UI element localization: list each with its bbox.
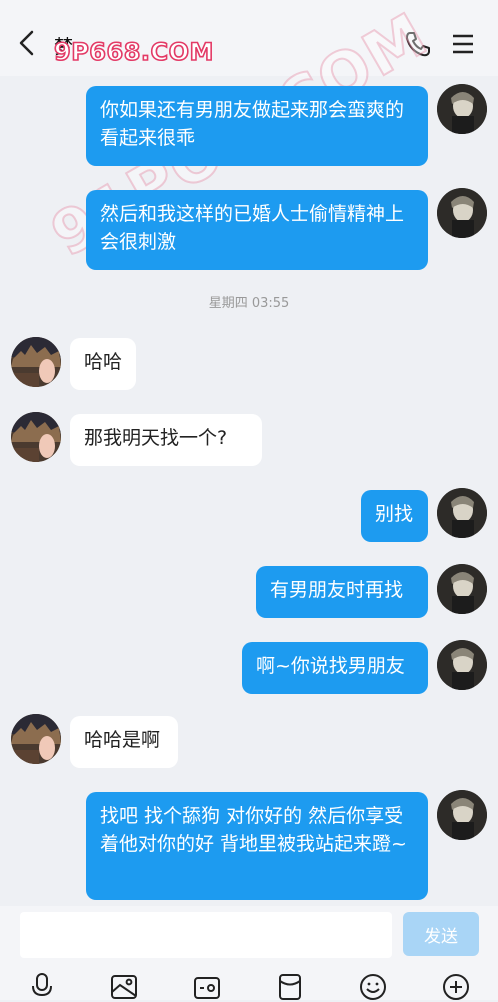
my-avatar[interactable] <box>437 84 487 134</box>
red-packet-icon[interactable] <box>275 972 305 1002</box>
message-bubble[interactable]: 找吧 找个舔狗 对你好的 然后你享受着他对你的好 背地里被我站起来蹬~ <box>86 792 428 900</box>
send-button[interactable]: 发送 <box>403 912 479 956</box>
microphone-icon[interactable] <box>27 972 57 1002</box>
message-bubble[interactable]: 你如果还有男朋友做起来那会蛮爽的 看起来很乖 <box>86 86 428 166</box>
chat-header: 梦 9P668.COM <box>0 0 498 76</box>
contact-avatar[interactable] <box>11 412 61 462</box>
contact-avatar[interactable] <box>11 714 61 764</box>
phone-icon[interactable] <box>404 30 432 58</box>
message-bubble[interactable]: 别找 <box>361 490 428 542</box>
image-icon[interactable] <box>109 972 139 1002</box>
composer-bar: 发送 <box>0 906 498 1000</box>
message-bubble[interactable]: 哈哈是啊 <box>70 716 178 768</box>
message-bubble[interactable]: 有男朋友时再找 <box>256 566 428 618</box>
message-bubble[interactable]: 那我明天找一个? <box>70 414 262 466</box>
my-avatar[interactable] <box>437 188 487 238</box>
contact-avatar[interactable] <box>11 337 61 387</box>
message-input[interactable] <box>20 912 392 958</box>
message-bubble[interactable]: 啊~你说找男朋友 <box>242 642 428 694</box>
my-avatar[interactable] <box>437 488 487 538</box>
my-avatar[interactable] <box>437 790 487 840</box>
back-icon[interactable] <box>16 30 38 56</box>
my-avatar[interactable] <box>437 640 487 690</box>
my-avatar[interactable] <box>437 564 487 614</box>
camera-icon[interactable] <box>192 972 222 1002</box>
message-bubble[interactable]: 哈哈 <box>70 338 136 390</box>
plus-icon[interactable] <box>441 972 471 1002</box>
message-bubble[interactable]: 然后和我这样的已婚人士偷情精神上会很刺激 <box>86 190 428 270</box>
watermark-text: 9P668.COM <box>53 37 214 67</box>
menu-icon[interactable] <box>450 32 476 56</box>
emoji-icon[interactable] <box>358 972 388 1002</box>
message-timestamp: 星期四 03:55 <box>208 296 290 311</box>
